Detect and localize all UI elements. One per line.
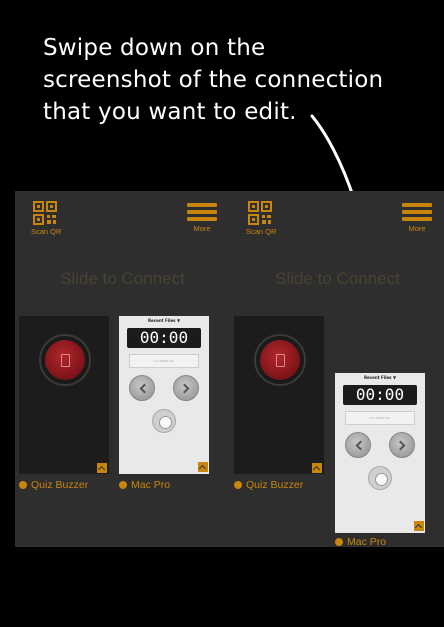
home-button-icon [368,466,392,490]
phone-panel-after: Scan QR More Slide to Connect Quiz Buzze… [230,191,444,547]
chevron-up-icon[interactable] [97,463,107,473]
more-button[interactable]: More [402,203,432,233]
chevron-up-icon[interactable] [312,463,322,473]
chevron-up-icon[interactable] [198,462,208,472]
timer-display: 00:00 [127,328,201,348]
scan-qr-button[interactable]: Scan QR [246,201,277,236]
phone-panel-before: Scan QR More Slide to Connect Quiz Buzze… [15,191,230,547]
more-button[interactable]: More [187,203,217,233]
qr-code-icon [248,201,272,225]
connection-label-quiz-buzzer: Quiz Buzzer [19,479,88,491]
swipe-field: not SWIPE bar [129,354,199,368]
buzzer-button-icon [39,334,91,386]
qr-code-icon [33,201,57,225]
slide-to-connect-text: Slide to Connect [60,269,185,288]
chevron-up-icon[interactable] [414,521,424,531]
home-button-icon [152,409,176,433]
timer-display: 00:00 [343,385,417,405]
next-slide-icon [173,375,199,401]
next-slide-icon [389,432,415,458]
scan-qr-label: Scan QR [31,227,62,236]
more-label: More [193,224,211,233]
connection-card-quiz-buzzer[interactable] [19,316,109,474]
more-label: More [408,224,426,233]
slide-to-connect-text: Slide to Connect [275,269,400,288]
connection-card-mac-pro-swiped[interactable]: Recent Files ▼ 00:00 not SWIPE bar [335,373,425,533]
connection-label-mac-pro: Mac Pro [335,536,386,547]
buzzer-button-icon [254,334,306,386]
connection-label-mac-pro: Mac Pro [119,479,170,491]
recent-files-label: Recent Files ▼ [363,375,397,380]
connection-dot-icon [19,481,27,489]
connection-label-quiz-buzzer: Quiz Buzzer [234,479,303,491]
connection-card-mac-pro[interactable]: Recent Files ▼ 00:00 not SWIPE bar [119,316,209,474]
connection-dot-icon [234,481,242,489]
connection-card-quiz-buzzer[interactable] [234,316,324,474]
scan-qr-label: Scan QR [246,227,277,236]
recent-files-label: Recent Files ▼ [147,318,181,323]
previous-slide-icon [345,432,371,458]
tutorial-screen: { "instruction": { "line1": "Swipe down … [0,0,444,627]
hamburger-menu-icon [402,203,432,221]
connection-dot-icon [335,538,343,546]
previous-slide-icon [129,375,155,401]
hamburger-menu-icon [187,203,217,221]
scan-qr-button[interactable]: Scan QR [31,201,62,236]
swipe-field: not SWIPE bar [345,411,415,425]
connection-dot-icon [119,481,127,489]
